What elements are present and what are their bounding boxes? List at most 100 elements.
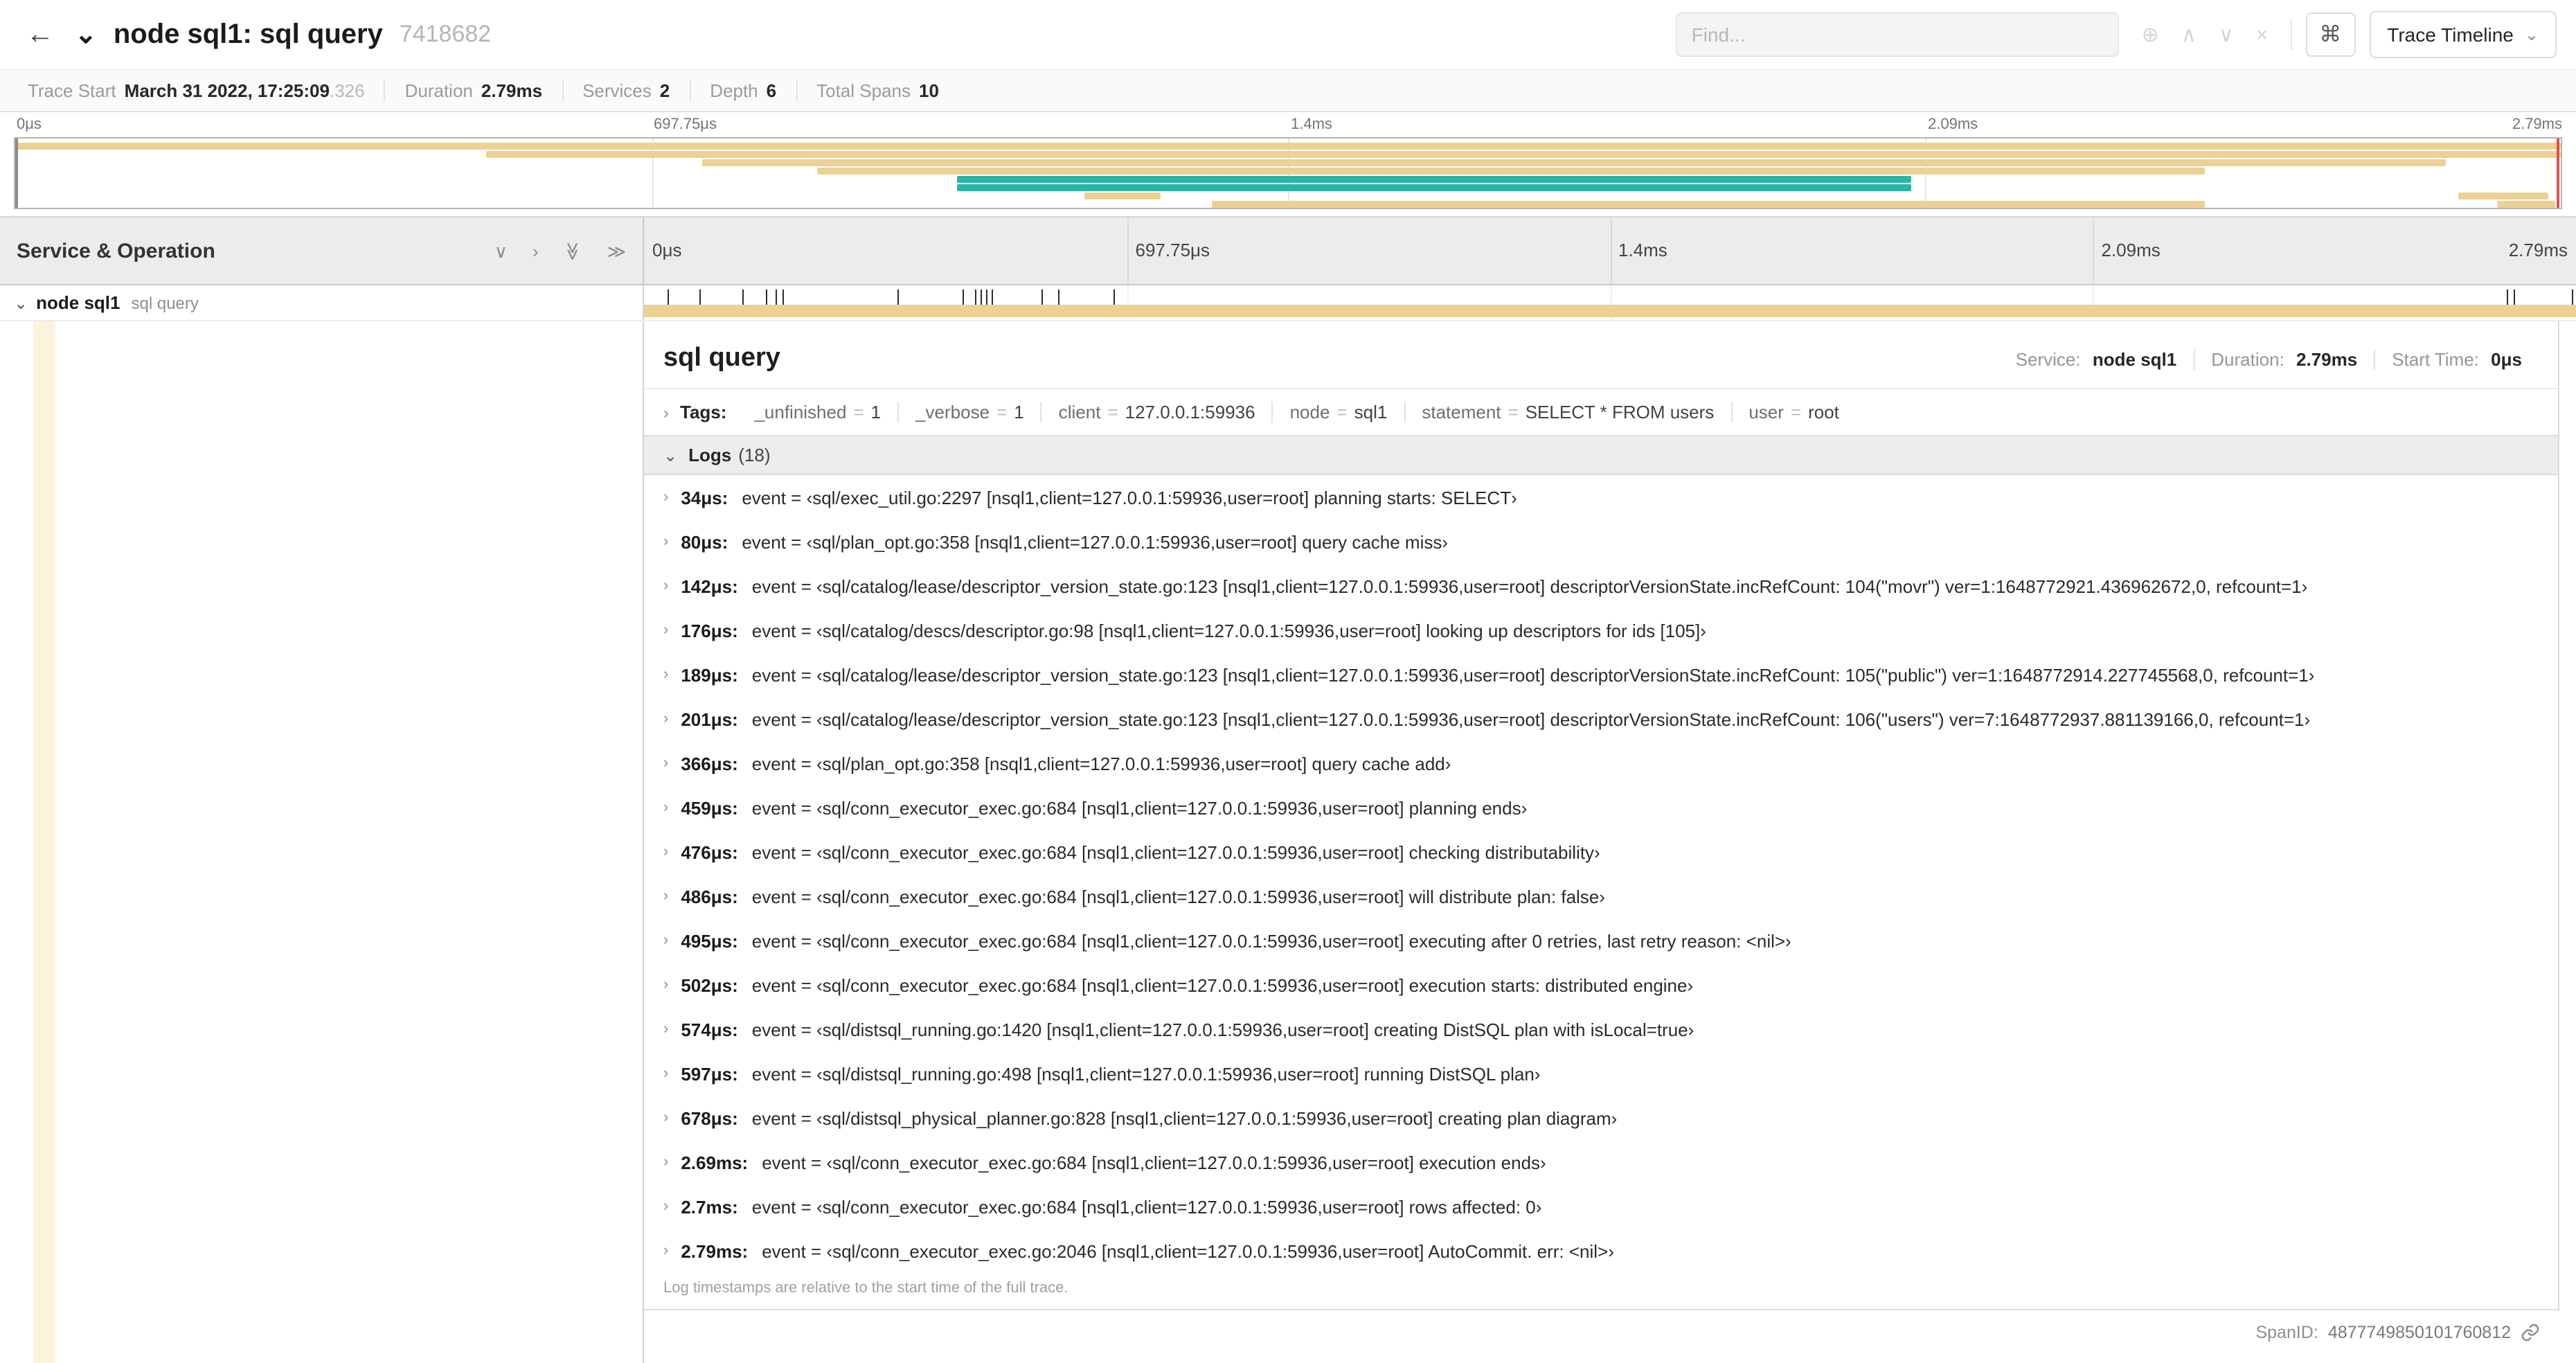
summary-value-suffix: .326 xyxy=(329,80,365,101)
log-row[interactable]: › 476μs: event = ‹sql/conn_executor_exec… xyxy=(644,830,2558,874)
log-row[interactable]: › 2.79ms: event = ‹sql/conn_executor_exe… xyxy=(644,1229,2558,1273)
log-timestamp: 2.79ms: xyxy=(681,1240,749,1261)
tag-key: user xyxy=(1748,402,1784,422)
tags-accordion[interactable]: › Tags: _unfinished = 1 _verbose = 1 client =… xyxy=(644,389,2558,435)
chevron-down-icon[interactable]: ⌄ xyxy=(663,445,677,465)
chevron-right-icon[interactable]: › xyxy=(663,489,668,506)
chevron-down-icon[interactable]: ∨ xyxy=(494,242,508,260)
tag-item: client = 127.0.0.1:59936 xyxy=(1040,402,1272,422)
span-name-cell[interactable]: ⌄ node sql1 sql query xyxy=(0,285,644,320)
axis-tick: 2.79ms xyxy=(2508,240,2568,260)
focus-icon[interactable]: ⊕ xyxy=(2142,24,2159,45)
log-row[interactable]: › 80μs: event = ‹sql/plan_opt.go:358 [ns… xyxy=(644,519,2558,564)
trace-view-label: Trace Timeline xyxy=(2387,24,2514,46)
log-message: event = ‹sql/catalog/lease/descriptor_ve… xyxy=(751,576,2308,596)
meta-label: Start Time: xyxy=(2392,349,2479,370)
chevron-right-icon[interactable]: › xyxy=(663,977,668,993)
minimap-span-bar xyxy=(1084,193,1161,199)
clear-find-icon[interactable]: × xyxy=(2256,24,2269,45)
chevron-down-icon: ⌄ xyxy=(2524,25,2539,44)
span-row[interactable]: ⌄ node sql1 sql query xyxy=(0,285,2576,321)
log-row[interactable]: › 2.7ms: event = ‹sql/conn_executor_exec… xyxy=(644,1184,2558,1229)
chevron-right-icon[interactable]: › xyxy=(663,844,668,860)
logs-footer-note: Log timestamps are relative to the start… xyxy=(663,1280,1068,1297)
meta-label: Duration: xyxy=(2211,349,2284,370)
prev-result-icon[interactable]: ∧ xyxy=(2181,24,2197,45)
minimap-span-bar xyxy=(957,184,1912,191)
log-timestamp: 678μs: xyxy=(681,1107,738,1128)
log-timestamp: 486μs: xyxy=(681,886,738,907)
log-marker xyxy=(1057,289,1059,305)
minimap-tick: 697.75μs xyxy=(654,116,717,133)
minimap-left-scrubber[interactable] xyxy=(15,139,18,208)
log-row[interactable]: › 486μs: event = ‹sql/conn_executor_exec… xyxy=(644,874,2558,918)
log-row[interactable]: › 176μs: event = ‹sql/catalog/descs/desc… xyxy=(644,608,2558,652)
next-result-icon[interactable]: ∨ xyxy=(2219,24,2234,45)
double-chevron-down-icon[interactable]: ≫ xyxy=(562,241,583,260)
chevron-right-icon[interactable]: › xyxy=(663,1242,668,1259)
log-row[interactable]: › 2.69ms: event = ‹sql/conn_executor_exe… xyxy=(644,1140,2558,1184)
axis-tick: 1.4ms xyxy=(1618,240,1667,260)
chevron-right-icon[interactable]: › xyxy=(663,578,668,594)
log-row[interactable]: › 34μs: event = ‹sql/exec_util.go:2297 [… xyxy=(644,475,2558,519)
chevron-right-icon[interactable]: › xyxy=(663,888,668,905)
span-duration-bar[interactable] xyxy=(644,305,2576,317)
log-row[interactable]: › 366μs: event = ‹sql/plan_opt.go:358 [n… xyxy=(644,741,2558,785)
span-bar-track[interactable] xyxy=(644,285,2576,320)
meta-item: Duration: 2.79ms xyxy=(2193,349,2374,370)
log-message: event = ‹sql/conn_executor_exec.go:684 [… xyxy=(751,974,1694,995)
log-row[interactable]: › 459μs: event = ‹sql/conn_executor_exec… xyxy=(644,785,2558,830)
back-button[interactable]: ← xyxy=(19,19,61,51)
chevron-right-icon[interactable]: › xyxy=(663,402,669,422)
log-row[interactable]: › 142μs: event = ‹sql/catalog/lease/desc… xyxy=(644,564,2558,608)
log-message: event = ‹sql/distsql_running.go:498 [nsq… xyxy=(751,1063,1541,1084)
trace-body: sql query Service: node sql1 Duration: 2… xyxy=(0,321,2576,1363)
logs-accordion-header[interactable]: ⌄ Logs (18) xyxy=(644,435,2558,475)
logs-list: › 34μs: event = ‹sql/exec_util.go:2297 [… xyxy=(644,475,2558,1273)
chevron-right-icon[interactable]: › xyxy=(663,1021,668,1037)
chevron-right-icon[interactable]: › xyxy=(663,932,668,949)
summary-item: Services 2 xyxy=(563,80,691,101)
divider xyxy=(2290,19,2292,50)
chevron-right-icon[interactable]: › xyxy=(663,1065,668,1082)
double-chevron-right-icon[interactable]: ≫ xyxy=(607,242,626,260)
trace-collapse-chevron-icon[interactable]: ⌄ xyxy=(75,19,97,51)
log-marker xyxy=(897,289,899,305)
trace-view-selector[interactable]: Trace Timeline ⌄ xyxy=(2369,11,2557,58)
chevron-right-icon[interactable]: › xyxy=(533,242,539,260)
chevron-right-icon[interactable]: › xyxy=(663,666,668,683)
log-row[interactable]: › 502μs: event = ‹sql/conn_executor_exec… xyxy=(644,963,2558,1007)
log-row[interactable]: › 495μs: event = ‹sql/conn_executor_exec… xyxy=(644,918,2558,963)
minimap-span-bar xyxy=(2458,193,2548,199)
span-id-label: SpanID: xyxy=(2255,1323,2318,1342)
chevron-right-icon[interactable]: › xyxy=(663,711,668,727)
minimap-graph[interactable] xyxy=(14,137,2562,209)
find-box xyxy=(1676,12,2120,57)
chevron-right-icon[interactable]: › xyxy=(663,799,668,816)
chevron-right-icon[interactable]: › xyxy=(663,533,668,550)
log-row[interactable]: › 678μs: event = ‹sql/distsql_physical_p… xyxy=(644,1096,2558,1140)
chevron-right-icon[interactable]: › xyxy=(663,1198,668,1215)
chevron-right-icon[interactable]: › xyxy=(663,755,668,772)
chevron-right-icon[interactable]: › xyxy=(663,622,668,639)
chevron-right-icon[interactable]: › xyxy=(663,1154,668,1170)
chevron-down-icon[interactable]: ⌄ xyxy=(14,293,28,312)
log-row[interactable]: › 597μs: event = ‹sql/distsql_running.go… xyxy=(644,1051,2558,1096)
log-message: event = ‹sql/conn_executor_exec.go:684 [… xyxy=(751,797,1528,818)
summary-item: Trace Start March 31 2022, 17:25:09 .326 xyxy=(8,80,386,101)
log-row[interactable]: › 574μs: event = ‹sql/distsql_running.go… xyxy=(644,1007,2558,1051)
log-timestamp: 142μs: xyxy=(681,576,738,596)
tags-label: Tags: xyxy=(680,402,727,422)
timeline-axis: 0μs 697.75μs 1.4ms 2.09ms 2.79ms xyxy=(644,217,2576,284)
log-marker xyxy=(974,289,976,305)
link-icon[interactable] xyxy=(2521,1323,2540,1342)
log-row[interactable]: › 201μs: event = ‹sql/catalog/lease/desc… xyxy=(644,697,2558,741)
log-timestamp: 80μs: xyxy=(681,531,728,552)
keyboard-shortcuts-button[interactable]: ⌘ xyxy=(2305,12,2356,57)
minimap-right-scrubber[interactable] xyxy=(2557,139,2559,208)
log-timestamp: 34μs: xyxy=(681,487,728,508)
log-row[interactable]: › 189μs: event = ‹sql/catalog/lease/desc… xyxy=(644,652,2558,697)
find-input[interactable] xyxy=(1691,24,2104,46)
meta-value: node sql1 xyxy=(2092,349,2177,370)
chevron-right-icon[interactable]: › xyxy=(663,1110,668,1126)
